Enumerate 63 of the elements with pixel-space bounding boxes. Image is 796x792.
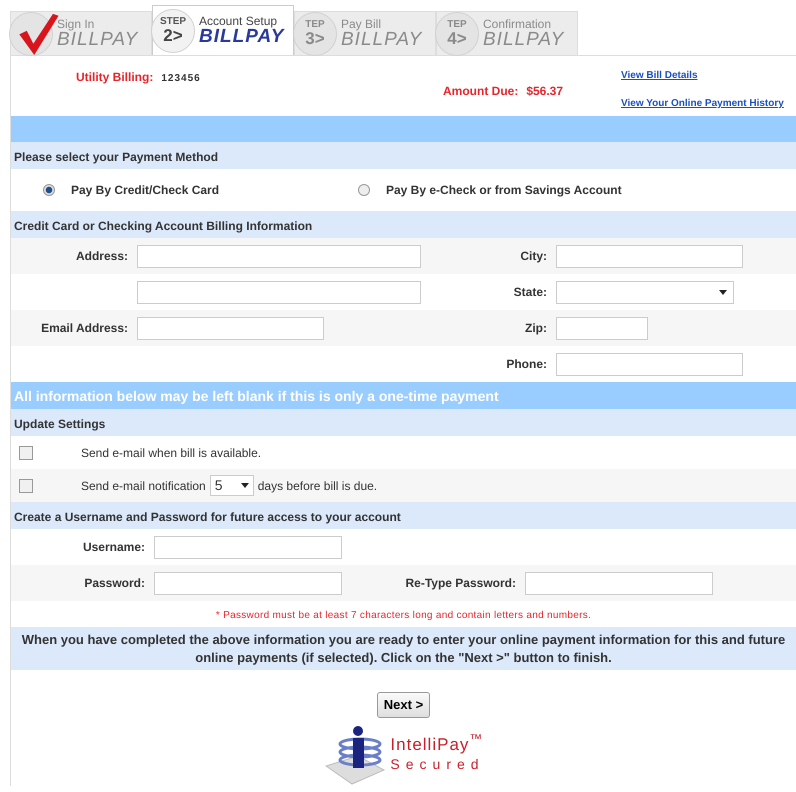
logo-name: IntelliPay$^{™}$ [390,736,484,754]
checkbox[interactable] [19,446,33,460]
input-field[interactable] [154,536,342,558]
input-field[interactable] [154,572,342,594]
radio-label: Pay By Credit/Check Card [71,182,220,199]
option-text: days before bill is due. [258,478,378,494]
field-label: Zip: [525,321,547,335]
step-label: Sign In [57,18,94,30]
step-number: 2> [163,26,183,44]
notice-banner: All information below may be left blank if this is only a one-time payment [11,382,796,409]
section-heading: Please select your Payment Method [11,142,796,169]
instructions-text: When you have completed the above information you are ready to enter your online payment information for this and future online payments (if selected). Click on the "Next >" button to finish. [22,632,786,665]
field-label: Re-Type Password: [406,576,516,590]
link[interactable]: View Bill Details [621,68,698,83]
logo-tagline: Secured [390,755,485,774]
step-word: TEP [305,20,325,30]
link[interactable]: View Your Online Payment History [621,96,784,111]
step-label: Account Setup [199,14,278,27]
input-field[interactable] [525,572,713,594]
input-field[interactable] [137,316,324,340]
input-field[interactable] [556,244,743,268]
option-text: Send e-mail notification [81,478,206,494]
option-text: Send e-mail when bill is available. [81,444,262,462]
radio-button[interactable] [43,184,55,196]
radio-button[interactable] [358,184,370,196]
checkbox[interactable] [19,478,33,492]
field-label: City: [520,249,547,263]
account-number: 123456 [161,73,201,84]
caret-icon [719,290,727,294]
caret-icon [240,483,249,488]
amount-due-label: Amount Due: [443,84,518,98]
password-note: * Password must be at least 7 characters long and contain letters and numbers. [216,610,592,621]
input-field[interactable] [556,352,743,376]
step-tab[interactable]: STEP 2> Account Setup BILLPAY [152,5,294,55]
input-field[interactable] [556,316,648,340]
field-label: Email Address: [41,321,128,335]
section-heading: Credit Card or Checking Account Billing Information [11,211,796,238]
info-stack-icon [322,726,386,786]
step-word: TEP [447,20,467,30]
amount-due-value: $56.37 [526,84,564,98]
next-button[interactable]: Next > [376,692,430,718]
field-label: Phone: [506,357,547,371]
step-label: Pay Bill [341,18,382,30]
select-field[interactable] [556,280,734,304]
step-number: 4> [447,30,467,48]
account-label: Utility Billing: [76,70,154,84]
step-word: STEP [160,16,186,27]
step-brand: BILLPAY [483,30,564,50]
section-heading: Update Settings [11,409,796,436]
section-heading: Create a Username and Password for future access to your account [11,502,796,529]
field-label: State: [514,285,547,299]
field-label: Username: [82,540,145,554]
step-brand: BILLPAY [57,30,138,50]
field-label: Password: [84,576,145,590]
field-label: Address: [76,249,128,263]
step-brand: BILLPAY [341,30,422,50]
step-label: Confirmation [483,18,552,30]
radio-label: Pay By e-Check or from Savings Account [386,182,622,199]
input-field[interactable] [137,280,421,304]
step-brand: BILLPAY [199,26,284,46]
step-number: 3> [305,30,325,48]
select-field[interactable]: 5 [210,475,254,496]
input-field[interactable] [137,244,421,268]
